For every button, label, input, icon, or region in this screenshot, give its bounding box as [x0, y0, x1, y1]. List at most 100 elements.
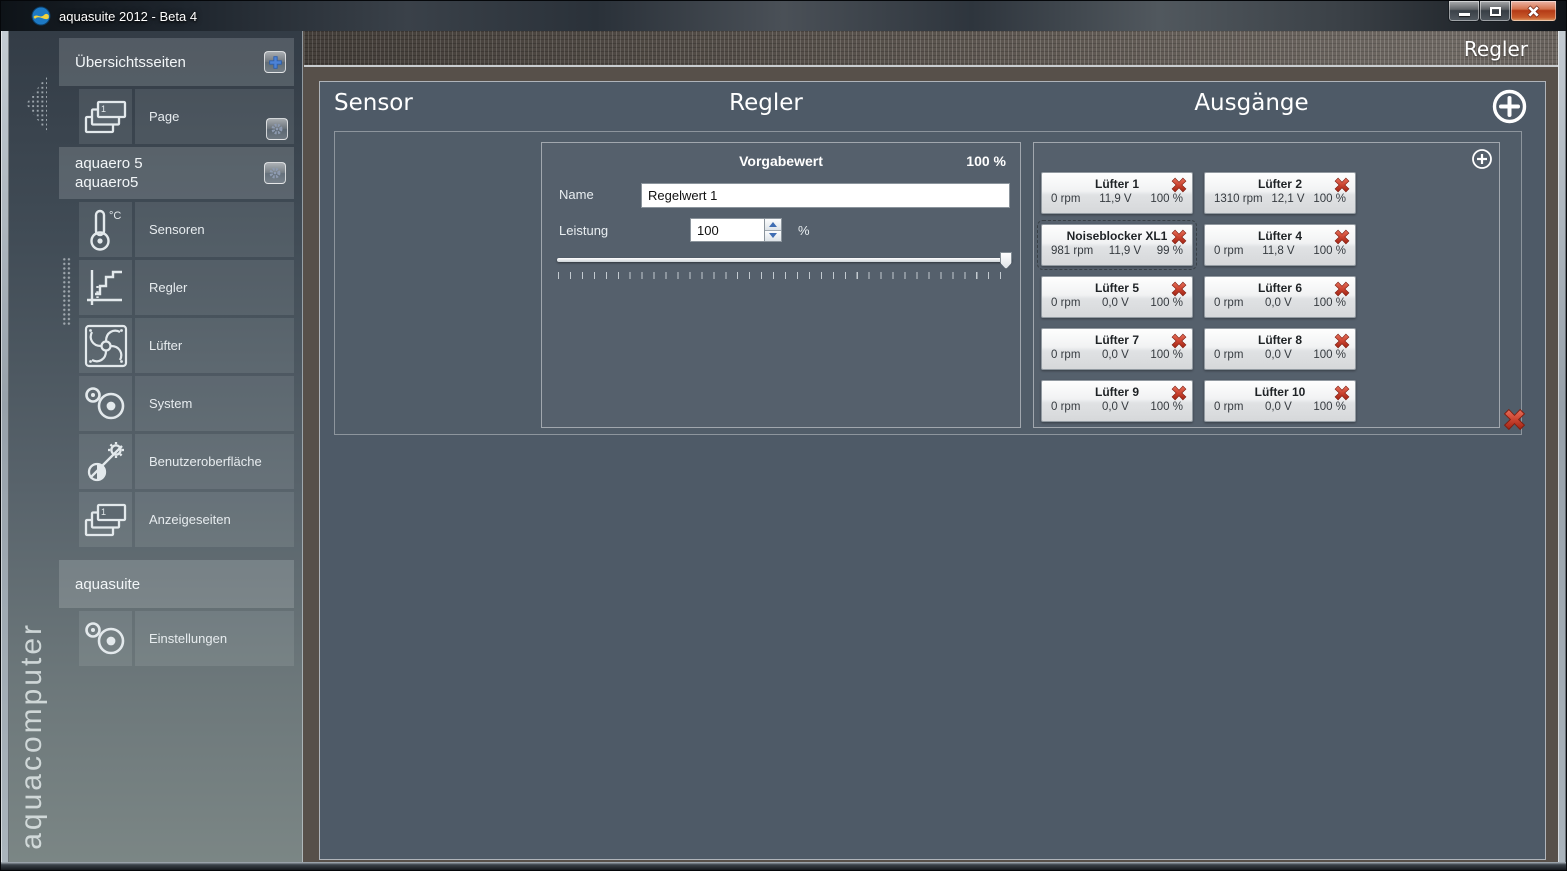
- remove-output-icon[interactable]: [1334, 333, 1350, 349]
- column-title-ausgaenge: Ausgänge: [1194, 90, 1309, 116]
- remove-output-icon[interactable]: [1334, 177, 1350, 193]
- output-rpm: 1310 rpm: [1214, 193, 1263, 205]
- fan-output-tile[interactable]: Lüfter 6 0 rpm 0,0 V 100 %: [1204, 276, 1356, 318]
- svg-text:°C: °C: [109, 210, 121, 222]
- fan-output-tile[interactable]: Lüfter 4 0 rpm 11,8 V 100 %: [1204, 224, 1356, 266]
- fan-output-tile[interactable]: Lüfter 2 1310 rpm 12,1 V 100 %: [1204, 172, 1356, 214]
- output-rpm: 0 rpm: [1214, 401, 1244, 413]
- slider-track[interactable]: [557, 258, 1012, 262]
- remove-output-icon[interactable]: [1171, 281, 1187, 297]
- fan-output-tile[interactable]: Lüfter 5 0 rpm 0,0 V 100 %: [1041, 276, 1193, 318]
- remove-output-icon[interactable]: [1171, 385, 1187, 401]
- output-rpm: 0 rpm: [1214, 245, 1244, 257]
- remove-output-icon[interactable]: [1171, 229, 1187, 245]
- maximize-button[interactable]: [1479, 1, 1511, 22]
- output-power: 99 %: [1156, 245, 1183, 257]
- sidebar-item-label: Sensoren: [149, 222, 205, 237]
- minimize-icon: [1458, 12, 1470, 16]
- output-name: Lüfter 6: [1257, 281, 1302, 295]
- output-power: 100 %: [1150, 297, 1183, 309]
- section-title: Übersichtsseiten: [75, 53, 186, 71]
- output-voltage: 11,9 V: [1108, 245, 1142, 257]
- plus-circle-icon: [1492, 89, 1527, 124]
- remove-output-icon[interactable]: [1171, 333, 1187, 349]
- fan-icon: [79, 318, 132, 373]
- device-settings-button[interactable]: [264, 162, 286, 184]
- delete-controller-button[interactable]: [1503, 408, 1526, 431]
- output-power: 100 %: [1313, 297, 1346, 309]
- column-title-regler: Regler: [729, 90, 803, 116]
- arrow-down-icon: [769, 233, 777, 239]
- svg-text:1: 1: [101, 104, 106, 114]
- slider-thumb[interactable]: [1000, 252, 1012, 269]
- device-id: aquaero5: [75, 174, 139, 191]
- sidebar-item-label: Lüfter: [149, 338, 183, 353]
- app-body: Übersichtsseiten 1 Page aquaero 5 aquaer…: [9, 31, 1558, 862]
- minimize-button[interactable]: [1448, 1, 1480, 22]
- sidebar-item-anzeigeseiten[interactable]: 1 Anzeigeseiten: [79, 492, 294, 547]
- sidebar-item-benutzeroberflaeche[interactable]: Benutzeroberfläche: [79, 434, 294, 489]
- output-rpm: 0 rpm: [1051, 297, 1081, 309]
- spin-down-button[interactable]: [765, 230, 781, 241]
- add-controller-button[interactable]: [1491, 88, 1528, 125]
- sidebar-item-label: System: [149, 396, 193, 411]
- output-rpm: 0 rpm: [1214, 297, 1244, 309]
- gear-icon: [269, 167, 281, 179]
- slider-ticks: [558, 272, 1012, 279]
- leistung-input[interactable]: [690, 218, 764, 242]
- output-name: Lüfter 1: [1094, 177, 1139, 191]
- output-rpm: 0 rpm: [1051, 193, 1081, 205]
- sidebar-item-sensoren[interactable]: °C Sensoren: [79, 202, 294, 257]
- arrow-up-icon: [769, 221, 777, 227]
- drag-handle[interactable]: [62, 257, 72, 325]
- sidebar-item-page[interactable]: 1 Page: [79, 89, 294, 144]
- title-bar: aquasuite 2012 - Beta 4: [1, 1, 1566, 31]
- pages-icon: 1: [79, 492, 132, 547]
- regler-panel: Sensor Regler Ausgänge Vorgabewert 100 %…: [319, 81, 1546, 860]
- add-output-button[interactable]: [1471, 148, 1493, 170]
- remove-output-icon[interactable]: [1334, 229, 1350, 245]
- close-icon: [1527, 4, 1540, 18]
- brand-logotype: aquacomputer: [15, 622, 48, 850]
- name-label: Name: [559, 187, 594, 202]
- remove-output-icon[interactable]: [1171, 177, 1187, 193]
- output-name: Lüfter 8: [1257, 333, 1302, 347]
- sidebar-menu: Übersichtsseiten 1 Page aquaero 5 aquaer…: [59, 38, 294, 669]
- add-page-button[interactable]: [264, 51, 286, 73]
- page-settings-button[interactable]: [266, 118, 288, 140]
- fan-output-tile[interactable]: Lüfter 7 0 rpm 0,0 V 100 %: [1041, 328, 1193, 370]
- sidebar-item-system[interactable]: System: [79, 376, 294, 431]
- output-name: Lüfter 2: [1257, 177, 1302, 191]
- window-controls: [1448, 1, 1557, 22]
- sidebar-collapse-arrow-icon[interactable]: [23, 73, 49, 135]
- output-rpm: 981 rpm: [1051, 245, 1094, 257]
- spin-up-button[interactable]: [765, 219, 781, 231]
- leistung-slider[interactable]: [557, 251, 1012, 279]
- sidebar-item-label: Einstellungen: [149, 631, 228, 646]
- sidebar-item-luefter[interactable]: Lüfter: [79, 318, 294, 373]
- section-header-device: aquaero 5 aquaero5: [59, 147, 294, 199]
- remove-output-icon[interactable]: [1334, 281, 1350, 297]
- sidebar-item-regler[interactable]: Regler: [62, 257, 294, 325]
- app-window: aquasuite 2012 - Beta 4 Übersichtsseiten: [0, 0, 1567, 871]
- sidebar-item-label: Benutzeroberfläche: [149, 454, 262, 469]
- gears-icon: [79, 611, 132, 666]
- output-voltage: 0,0 V: [1101, 401, 1129, 413]
- output-power: 100 %: [1150, 349, 1183, 361]
- name-input[interactable]: [641, 183, 1010, 208]
- fan-output-tile[interactable]: Lüfter 8 0 rpm 0,0 V 100 %: [1204, 328, 1356, 370]
- fan-output-tile[interactable]: Lüfter 9 0 rpm 0,0 V 100 %: [1041, 380, 1193, 422]
- sidebar-item-label: Anzeigeseiten: [149, 512, 231, 527]
- output-name: Lüfter 7: [1094, 333, 1139, 347]
- fan-output-tile-selected[interactable]: Noiseblocker XL1 981 rpm 11,9 V 99 %: [1037, 220, 1197, 270]
- output-voltage: 0,0 V: [1264, 349, 1292, 361]
- remove-output-icon[interactable]: [1334, 385, 1350, 401]
- output-voltage: 0,0 V: [1101, 297, 1129, 309]
- page-title: Regler: [1463, 37, 1528, 61]
- fan-output-tile[interactable]: Lüfter 1 0 rpm 11,9 V 100 %: [1041, 172, 1193, 214]
- output-power: 100 %: [1313, 401, 1346, 413]
- fan-output-tile[interactable]: Lüfter 10 0 rpm 0,0 V 100 %: [1204, 380, 1356, 422]
- plus-circle-icon: [1472, 149, 1492, 169]
- sidebar-item-einstellungen[interactable]: Einstellungen: [79, 611, 294, 666]
- close-button[interactable]: [1510, 1, 1557, 22]
